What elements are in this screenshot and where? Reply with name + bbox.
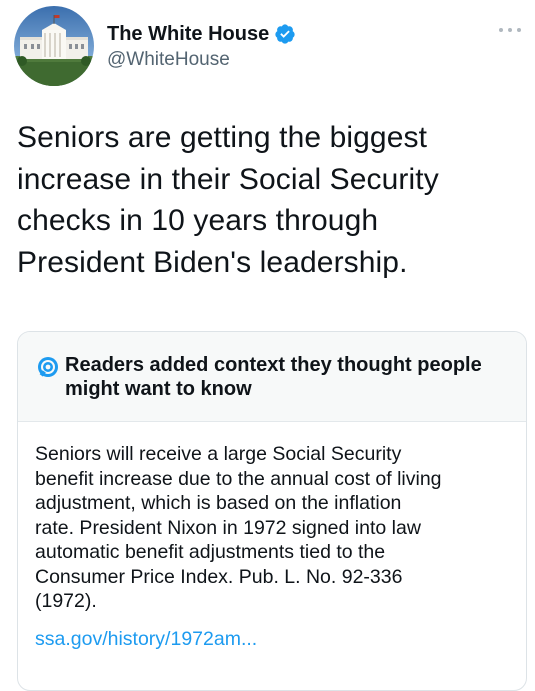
community-note-body: Seniors will receive a large Social Secu… (35, 442, 517, 614)
avatar[interactable] (14, 6, 94, 86)
note-title-line: might want to know (65, 378, 252, 400)
tweet-text-line: President Biden's leadership. (17, 245, 408, 279)
display-name[interactable]: The White House (107, 23, 269, 46)
tweet-text-line: checks in 10 years through (17, 204, 379, 237)
white-house-avatar-image (14, 6, 94, 86)
verified-badge-icon (274, 23, 296, 45)
note-title-line: Readers added context they thought peopl… (65, 354, 482, 376)
note-body-line: automatic benefit adjustments tied to th… (35, 541, 386, 563)
note-body-line: adjustment, which is based on the inflat… (35, 492, 402, 514)
more-dot (517, 28, 521, 32)
more-dot (499, 28, 503, 32)
community-note-title: Readers added context they thought peopl… (65, 353, 510, 401)
note-body-line: benefit increase due to the annual cost … (35, 467, 442, 490)
note-body-line: Seniors will receive a large Social Secu… (35, 443, 402, 465)
handle[interactable]: @WhiteHouse (107, 49, 230, 71)
tweet-text: Seniors are getting the biggest increase… (17, 117, 522, 283)
note-body-line: rate. President Nixon in 1972 signed int… (35, 516, 421, 539)
tweet-text-line: Seniors are getting the biggest (17, 121, 428, 154)
community-note-header: Readers added context they thought peopl… (18, 332, 526, 422)
note-body-line: (1972). (35, 590, 97, 612)
more-dot (508, 28, 512, 32)
community-note-card: Readers added context they thought peopl… (17, 331, 527, 691)
note-body-line: Consumer Price Index. Pub. L. No. 92-336 (35, 565, 403, 588)
tweet-text-line: increase in their Social Security (17, 162, 439, 196)
note-source-link[interactable]: ssa.gov/history/1972am... (35, 627, 257, 652)
community-notes-icon (37, 356, 59, 378)
tweet: The White House @WhiteHouse Seniors are … (0, 0, 535, 691)
more-options-icon[interactable] (499, 25, 521, 35)
display-name-row[interactable]: The White House (107, 21, 296, 47)
